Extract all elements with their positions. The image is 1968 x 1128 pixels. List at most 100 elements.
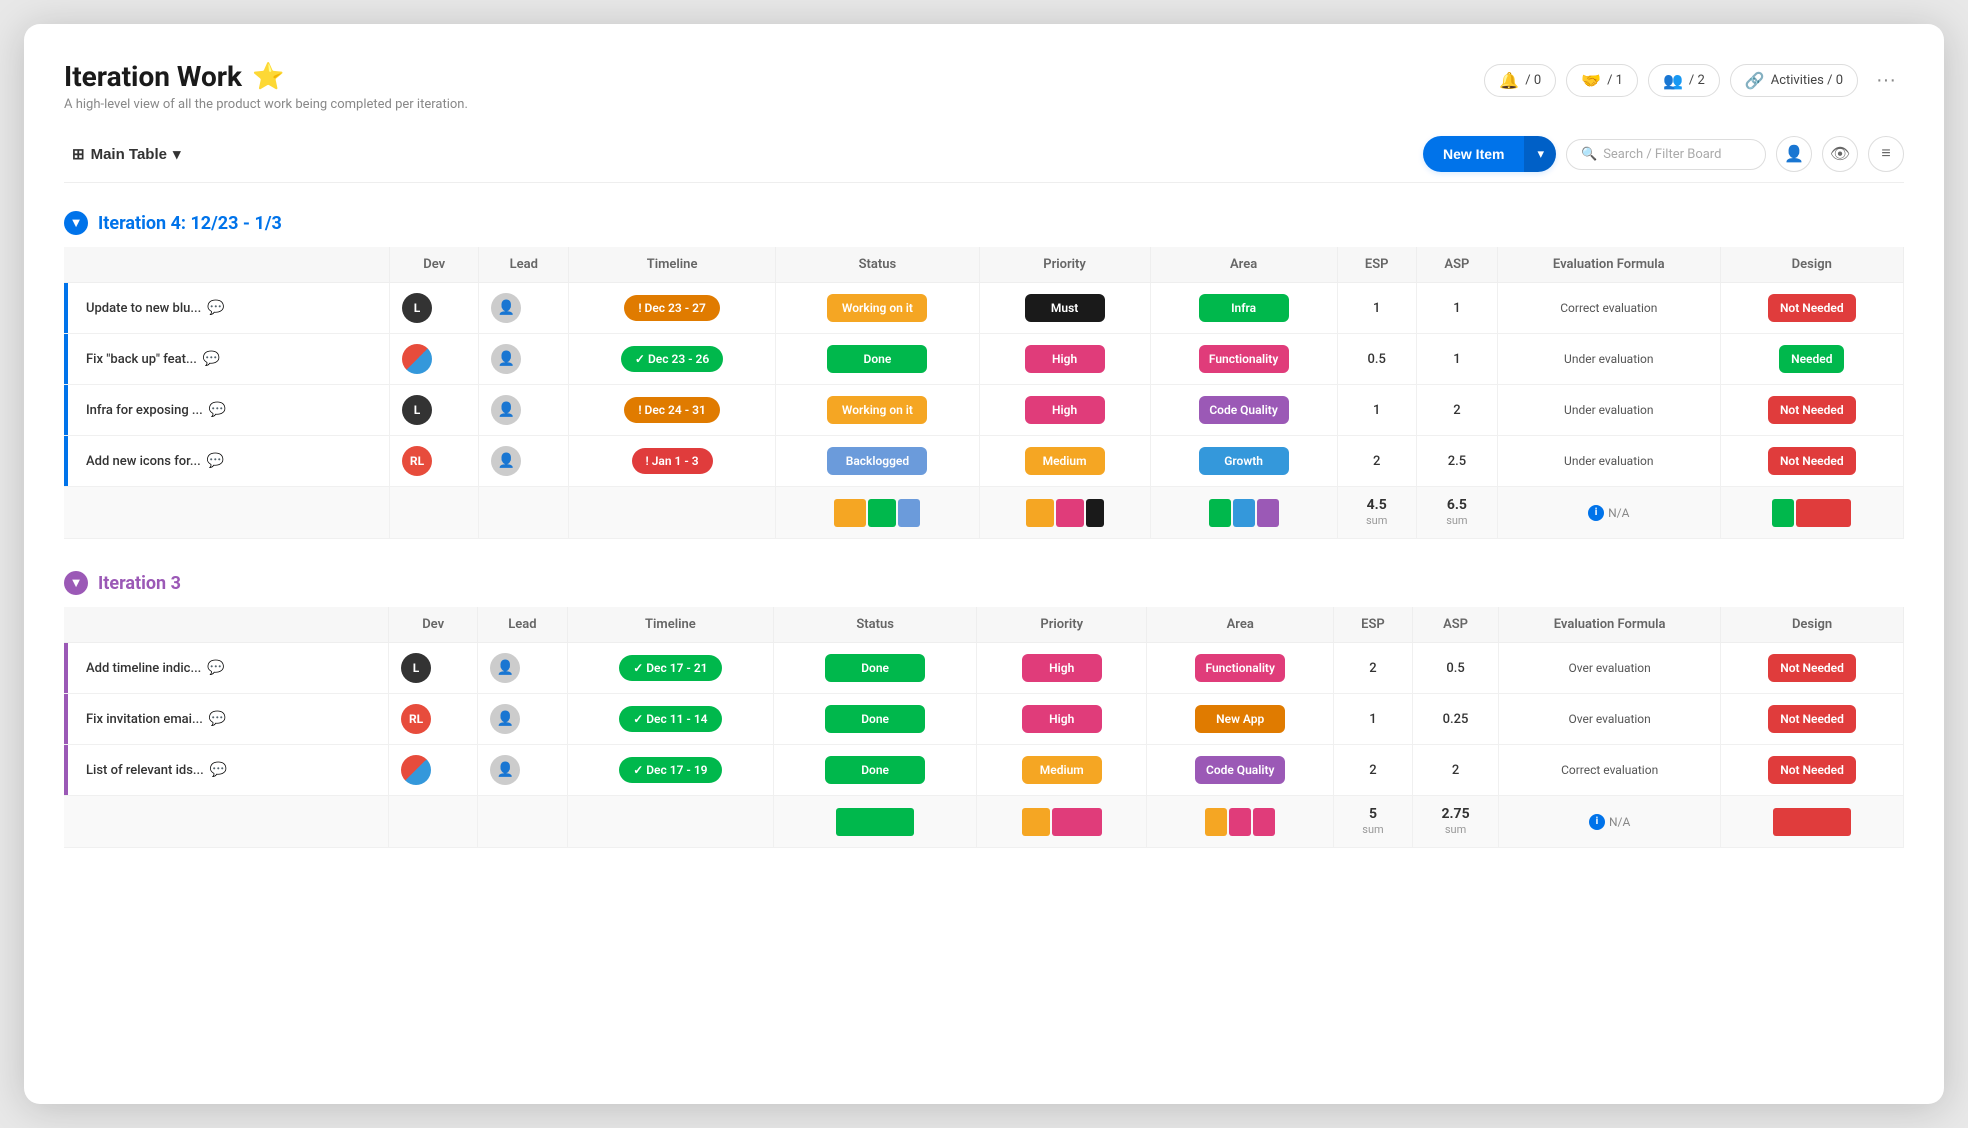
status-badge: Done (825, 654, 925, 682)
col-status: Status (774, 607, 977, 643)
new-item-main-button[interactable]: New Item (1423, 136, 1524, 172)
filter-icon-button[interactable]: ≡ (1868, 136, 1904, 172)
summary-name-cell (64, 487, 389, 539)
status-cell: Working on it (776, 283, 979, 334)
priority-bar-high (1056, 499, 1084, 527)
new-item-dropdown-button[interactable]: ▾ (1524, 136, 1556, 172)
row-name: Fix invitation emai... 💬 (76, 711, 376, 727)
status-color-bars (788, 499, 966, 527)
new-item-button[interactable]: New Item ▾ (1423, 136, 1556, 172)
comment-icon[interactable]: 💬 (210, 762, 227, 778)
row-name-text: Add timeline indic... (86, 661, 201, 676)
summary-design-cell (1721, 796, 1904, 848)
esp-cell: 1 (1337, 385, 1416, 436)
row-name-cell: Fix invitation emai... 💬 (64, 694, 389, 745)
star-icon[interactable]: ⭐ (252, 62, 284, 92)
iteration-3-chevron[interactable]: ▼ (64, 571, 88, 595)
summary-area-cell (1150, 487, 1337, 539)
priority-bar-medium (1026, 499, 1054, 527)
design-cell: Not Needed (1721, 694, 1904, 745)
eye-icon-button[interactable]: 👁 (1822, 136, 1858, 172)
priority-cell: High (977, 694, 1147, 745)
design-badge: Not Needed (1768, 447, 1856, 475)
timeline-badge: ✓ Dec 11 - 14 (619, 706, 721, 732)
summary-lead-cell (478, 796, 567, 848)
main-table-button[interactable]: ⊞ Main Table ▾ (64, 141, 189, 167)
eval-text: Over evaluation (1568, 661, 1650, 675)
summary-timeline-cell (568, 487, 775, 539)
eval-cell: Correct evaluation (1499, 745, 1721, 796)
eval-text: Under evaluation (1564, 403, 1654, 417)
asp-cell: 2.5 (1416, 436, 1497, 487)
row-name: Add timeline indic... 💬 (76, 660, 376, 676)
iteration-3-header-row: Dev Lead Timeline Status Priority Area E… (64, 607, 1904, 643)
area-badge: Code Quality (1199, 396, 1289, 424)
comment-icon[interactable]: 💬 (209, 402, 226, 418)
comment-icon[interactable]: 💬 (203, 351, 220, 367)
table-row: Add timeline indic... 💬 L 👤 ✓ Dec 17 - 2… (64, 643, 1904, 694)
col-priority: Priority (977, 607, 1147, 643)
table-icon: ⊞ (72, 145, 85, 163)
activities-badge[interactable]: 🔗 Activities / 0 (1730, 64, 1858, 97)
activities-label: Activities / 0 (1771, 73, 1843, 88)
table-row: Infra for exposing ... 💬 L 👤 ! Dec 24 - … (64, 385, 1904, 436)
notification-badge[interactable]: 🔔 / 0 (1484, 64, 1556, 97)
lead-cell: 👤 (479, 283, 569, 334)
timeline-badge: ! Jan 1 - 3 (632, 448, 713, 474)
esp-sum-label: sum (1366, 514, 1387, 527)
status-bar-backlogged (898, 499, 920, 527)
eval-cell: Under evaluation (1498, 436, 1721, 487)
row-name-text: Infra for exposing ... (86, 403, 203, 418)
design-badge: Not Needed (1768, 756, 1856, 784)
more-options-button[interactable]: ··· (1868, 65, 1904, 96)
asp-cell: 1 (1416, 334, 1497, 385)
priority-cell: High (979, 385, 1150, 436)
area-cell: Functionality (1147, 643, 1334, 694)
area-bar-infra (1209, 499, 1231, 527)
dev-cell: L (389, 643, 478, 694)
priority-badge: High (1022, 705, 1102, 733)
lead-avatar: 👤 (491, 446, 521, 476)
priority-badge: Medium (1022, 756, 1102, 784)
users-badge[interactable]: 👥 / 2 (1648, 64, 1720, 97)
handshake-count: / 1 (1607, 73, 1623, 88)
priority-badge: High (1022, 654, 1102, 682)
esp-cell: 2 (1334, 745, 1413, 796)
summary-area-cell (1147, 796, 1334, 848)
col-priority: Priority (979, 247, 1150, 283)
summary-timeline-cell (567, 796, 774, 848)
area-badge: New App (1195, 705, 1285, 733)
avatar: RL (401, 704, 431, 734)
dev-cell: L (389, 385, 479, 436)
design-badge: Not Needed (1768, 396, 1856, 424)
area-cell: Code Quality (1150, 385, 1337, 436)
priority-badge: Medium (1025, 447, 1105, 475)
area-badge: Growth (1199, 447, 1289, 475)
users-icon: 👥 (1663, 71, 1683, 90)
iteration-4-table: Dev Lead Timeline Status Priority Area E… (64, 247, 1904, 539)
area-bar-growth (1233, 499, 1255, 527)
notification-icon: 🔔 (1499, 71, 1519, 90)
comment-icon[interactable]: 💬 (207, 300, 224, 316)
comment-icon[interactable]: 💬 (207, 453, 224, 469)
search-box: 🔍 Search / Filter Board (1566, 139, 1766, 170)
eval-cell: Under evaluation (1498, 334, 1721, 385)
timeline-badge: ! Dec 24 - 31 (624, 397, 720, 423)
iteration-3-table-wrapper: Dev Lead Timeline Status Priority Area E… (64, 607, 1904, 848)
eval-text: Correct evaluation (1561, 763, 1658, 777)
timeline-cell: ✓ Dec 17 - 19 (567, 745, 774, 796)
user-icon-button[interactable]: 👤 (1776, 136, 1812, 172)
comment-icon[interactable]: 💬 (209, 711, 226, 727)
header: Iteration Work ⭐ A high-level view of al… (64, 60, 1904, 112)
design-cell: Not Needed (1720, 385, 1903, 436)
priority-color-bars (989, 808, 1134, 836)
iteration-4-header-row: Dev Lead Timeline Status Priority Area E… (64, 247, 1904, 283)
search-placeholder: Search / Filter Board (1603, 147, 1721, 162)
iteration-4-chevron[interactable]: ▼ (64, 211, 88, 235)
header-left: Iteration Work ⭐ A high-level view of al… (64, 60, 468, 112)
comment-icon[interactable]: 💬 (207, 660, 224, 676)
design-bar-not-needed (1773, 808, 1851, 836)
dev-cell (389, 745, 478, 796)
design-badge: Not Needed (1768, 654, 1856, 682)
handshake-badge[interactable]: 🤝 / 1 (1566, 64, 1638, 97)
